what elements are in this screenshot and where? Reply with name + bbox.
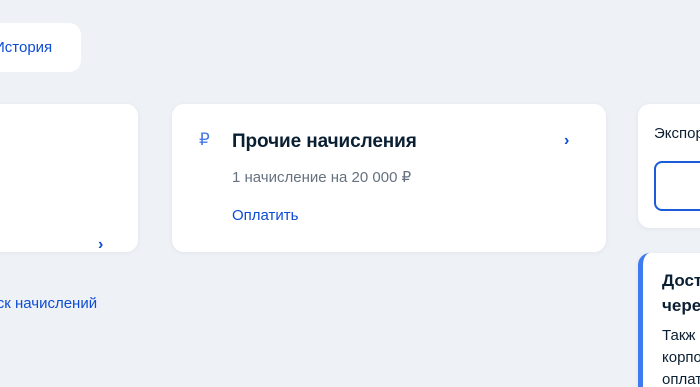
chevron-right-icon[interactable]: › <box>98 237 103 253</box>
notice-title-line: Дост <box>662 271 700 290</box>
notice-title: Дост чере <box>662 268 700 318</box>
ruble-icon: ₽ <box>199 130 210 149</box>
notice-body-line: Такж <box>662 327 696 344</box>
chevron-right-icon[interactable]: › <box>564 133 569 149</box>
charges-card-left[interactable]: › <box>0 104 138 253</box>
export-label: Экспор <box>654 125 700 142</box>
page: История › ₽ Прочие начисления 1 начислен… <box>0 0 700 387</box>
notice-body-line: корпо <box>662 349 700 366</box>
export-input[interactable] <box>654 161 700 211</box>
export-card: Экспор <box>638 104 700 228</box>
search-charges-link[interactable]: оиск начислений <box>0 295 97 312</box>
notice-body-line: оплат <box>662 371 700 387</box>
notice-title-line: чере <box>662 296 700 315</box>
card-subtitle: 1 начисление на 20 000 ₽ <box>232 169 412 186</box>
history-label: История <box>0 39 53 56</box>
notice-card: Дост чере Такж корпо оплат <box>638 253 700 387</box>
notice-body: Такж корпо оплат <box>662 325 700 387</box>
history-button[interactable]: История <box>0 23 81 72</box>
card-title: Прочие начисления <box>232 131 417 152</box>
other-charges-card[interactable]: ₽ Прочие начисления 1 начисление на 20 0… <box>172 104 606 252</box>
pay-link[interactable]: Оплатить <box>232 207 299 224</box>
